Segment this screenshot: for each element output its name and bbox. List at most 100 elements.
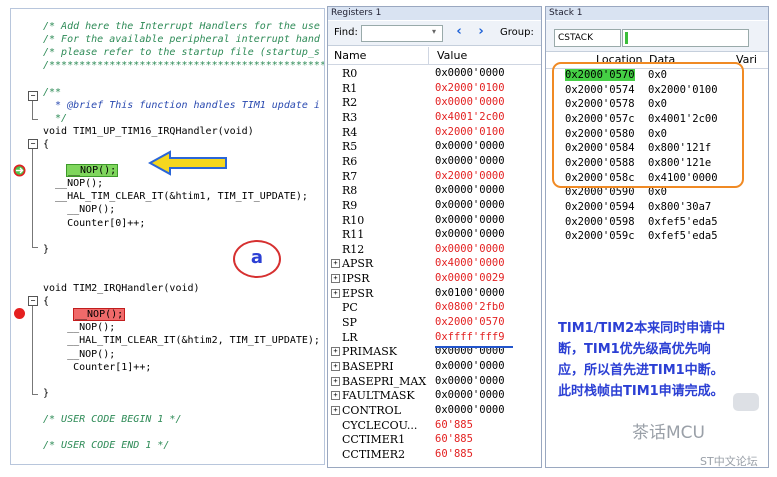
expand-icon[interactable]: + xyxy=(331,391,340,401)
register-row[interactable]: R10 0x0000'0000 xyxy=(328,214,541,229)
register-row[interactable]: CCTIMER2 60'885 xyxy=(328,448,541,463)
register-row[interactable]: + FAULTMASK 0x0000'0000 xyxy=(328,389,541,404)
expand-icon[interactable]: + xyxy=(331,376,340,386)
register-value[interactable]: 0x0000'0000 xyxy=(435,243,505,255)
register-value[interactable]: 0x0800'2fb0 xyxy=(435,301,505,313)
register-row[interactable]: R8 0x0000'0000 xyxy=(328,184,541,199)
register-row[interactable]: R12 0x0000'0000 xyxy=(328,243,541,258)
register-row[interactable]: R11 0x0000'0000 xyxy=(328,228,541,243)
code-line[interactable]: /* please refer to the startup file (sta… xyxy=(43,46,320,59)
find-input[interactable] xyxy=(361,25,443,42)
fold-toggle-icon[interactable]: − xyxy=(28,91,38,101)
register-value[interactable]: 0x2000'0100 xyxy=(435,126,505,138)
register-value[interactable]: 0x0000'0000 xyxy=(435,199,505,211)
register-row[interactable]: R5 0x0000'0000 xyxy=(328,140,541,155)
code-line[interactable]: void TIM2_IRQHandler(void) xyxy=(43,282,200,295)
code-editor[interactable]: /* Add here the Interrupt Handlers for t… xyxy=(10,8,325,465)
register-value[interactable]: 0x0000'0000 xyxy=(435,404,505,416)
code-line[interactable]: * @brief This function handles TIM1 upda… xyxy=(43,99,320,112)
register-row[interactable]: + APSR 0x4000'0000 xyxy=(328,257,541,272)
stack-row[interactable]: 0x2000'0598 0xfef5'eda5 xyxy=(546,216,768,231)
code-line[interactable]: /* USER CODE END 1 */ xyxy=(43,439,169,452)
code-line[interactable]: */ xyxy=(43,112,67,125)
value-column-header[interactable]: Value xyxy=(437,47,467,64)
stack-row[interactable]: 0x2000'0594 0x800'30a7 xyxy=(546,201,768,216)
register-row[interactable]: R1 0x2000'0100 xyxy=(328,82,541,97)
code-line[interactable]: __NOP(); xyxy=(43,348,115,361)
code-line[interactable]: /***************************************… xyxy=(43,59,324,72)
breakpoint-icon[interactable] xyxy=(13,307,26,320)
register-row[interactable]: R0 0x0000'0000 xyxy=(328,67,541,82)
fold-toggle-icon[interactable]: − xyxy=(28,296,38,306)
register-row[interactable]: + IPSR 0x0000'0029 xyxy=(328,272,541,287)
register-value[interactable]: 0x2000'0000 xyxy=(435,170,505,182)
code-line[interactable]: __HAL_TIM_CLEAR_IT(&htim1, TIM_IT_UPDATE… xyxy=(43,190,308,203)
code-line[interactable]: __NOP(); xyxy=(43,177,103,190)
expand-icon[interactable]: + xyxy=(331,259,340,269)
code-line[interactable]: /* For the available peripheral interrup… xyxy=(43,33,320,46)
code-line[interactable]: /** xyxy=(43,86,61,99)
code-line[interactable]: void TIM1_UP_TIM16_IRQHandler(void) xyxy=(43,125,254,138)
code-line[interactable]: __NOP(); xyxy=(43,321,115,334)
register-value[interactable]: 0x0000'0000 xyxy=(435,375,505,387)
previous-arrow-icon[interactable]: ‹ xyxy=(451,25,467,41)
name-column-header[interactable]: Name xyxy=(334,47,366,64)
register-row[interactable]: R4 0x2000'0100 xyxy=(328,126,541,141)
code-line[interactable]: Counter[1]++; xyxy=(43,361,151,374)
register-value[interactable]: 60'885 xyxy=(435,448,473,460)
register-value[interactable]: 0x0000'0000 xyxy=(435,96,505,108)
register-value[interactable]: 0x0000'0000 xyxy=(435,228,505,240)
code-line[interactable]: /* USER CODE BEGIN 1 */ xyxy=(43,413,181,426)
register-value[interactable]: 0x0000'0000 xyxy=(435,360,505,372)
editor-gutter[interactable] xyxy=(11,9,43,464)
register-value[interactable]: 0x0000'0000 xyxy=(435,214,505,226)
register-row[interactable]: CCTIMER1 60'885 xyxy=(328,433,541,448)
register-row[interactable]: R7 0x2000'0000 xyxy=(328,170,541,185)
register-value[interactable]: 0x0000'0000 xyxy=(435,155,505,167)
register-row[interactable]: R2 0x0000'0000 xyxy=(328,96,541,111)
register-value[interactable]: 0x0000'0000 xyxy=(435,389,505,401)
code-line[interactable]: __HAL_TIM_CLEAR_IT(&htim2, TIM_IT_UPDATE… xyxy=(43,334,320,347)
register-row[interactable]: PC 0x0800'2fb0 xyxy=(328,301,541,316)
expand-icon[interactable]: + xyxy=(331,362,340,371)
register-value[interactable]: 0x2000'0100 xyxy=(435,82,505,94)
register-value[interactable]: 0x4001'2c00 xyxy=(435,111,505,123)
code-line[interactable]: } xyxy=(43,243,49,256)
register-row[interactable]: + BASEPRI 0x0000'0000 xyxy=(328,360,541,375)
register-value[interactable]: 0x0000'0000 xyxy=(435,67,505,79)
register-row[interactable]: + BASEPRI_MAX 0x0000'0000 xyxy=(328,375,541,390)
expand-icon[interactable]: + xyxy=(331,274,340,284)
code-line[interactable]: { xyxy=(43,295,49,308)
stack-select[interactable]: CSTACK xyxy=(554,29,621,47)
expand-icon[interactable]: + xyxy=(331,347,340,357)
register-row[interactable]: R6 0x0000'0000 xyxy=(328,155,541,170)
register-value[interactable]: 0xffff'fff9 xyxy=(435,331,505,343)
register-value[interactable]: 0x0100'0000 xyxy=(435,287,505,299)
register-value[interactable]: 0x4000'0000 xyxy=(435,257,505,269)
register-value[interactable]: 0x0000'0029 xyxy=(435,272,505,284)
register-row[interactable]: LR 0xffff'fff9 xyxy=(328,331,541,346)
next-arrow-icon[interactable]: › xyxy=(473,25,489,41)
chevron-down-icon[interactable]: ▾ xyxy=(432,27,436,36)
register-row[interactable]: R9 0x0000'0000 xyxy=(328,199,541,214)
register-row[interactable]: R3 0x4001'2c00 xyxy=(328,111,541,126)
expand-icon[interactable]: + xyxy=(331,288,340,298)
stack-row[interactable]: 0x2000'059c 0xfef5'eda5 xyxy=(546,230,768,245)
register-value[interactable]: 0x0000'0000 xyxy=(435,184,505,196)
code-line[interactable]: } xyxy=(43,387,49,400)
register-row[interactable]: CYCLECOU... 60'885 xyxy=(328,419,541,434)
register-row[interactable]: SP 0x2000'0570 xyxy=(328,316,541,331)
register-value[interactable]: 0x2000'0570 xyxy=(435,316,505,328)
stack-row[interactable]: 0x2000'0590 0x0 xyxy=(546,186,768,201)
code-line[interactable]: Counter[0]++; xyxy=(43,217,145,230)
register-value[interactable]: 60'885 xyxy=(435,433,473,445)
expand-icon[interactable]: + xyxy=(331,405,340,415)
register-value[interactable]: 0x0000'0000 xyxy=(435,140,505,152)
code-line[interactable]: { xyxy=(43,138,49,151)
code-line[interactable]: __NOP(); xyxy=(73,308,126,322)
code-line[interactable]: __NOP(); xyxy=(66,164,119,178)
code-line[interactable]: /* Add here the Interrupt Handlers for t… xyxy=(43,20,320,33)
code-line[interactable]: __NOP(); xyxy=(43,203,115,216)
fold-toggle-icon[interactable]: − xyxy=(28,139,38,149)
register-row[interactable]: + EPSR 0x0100'0000 xyxy=(328,287,541,302)
